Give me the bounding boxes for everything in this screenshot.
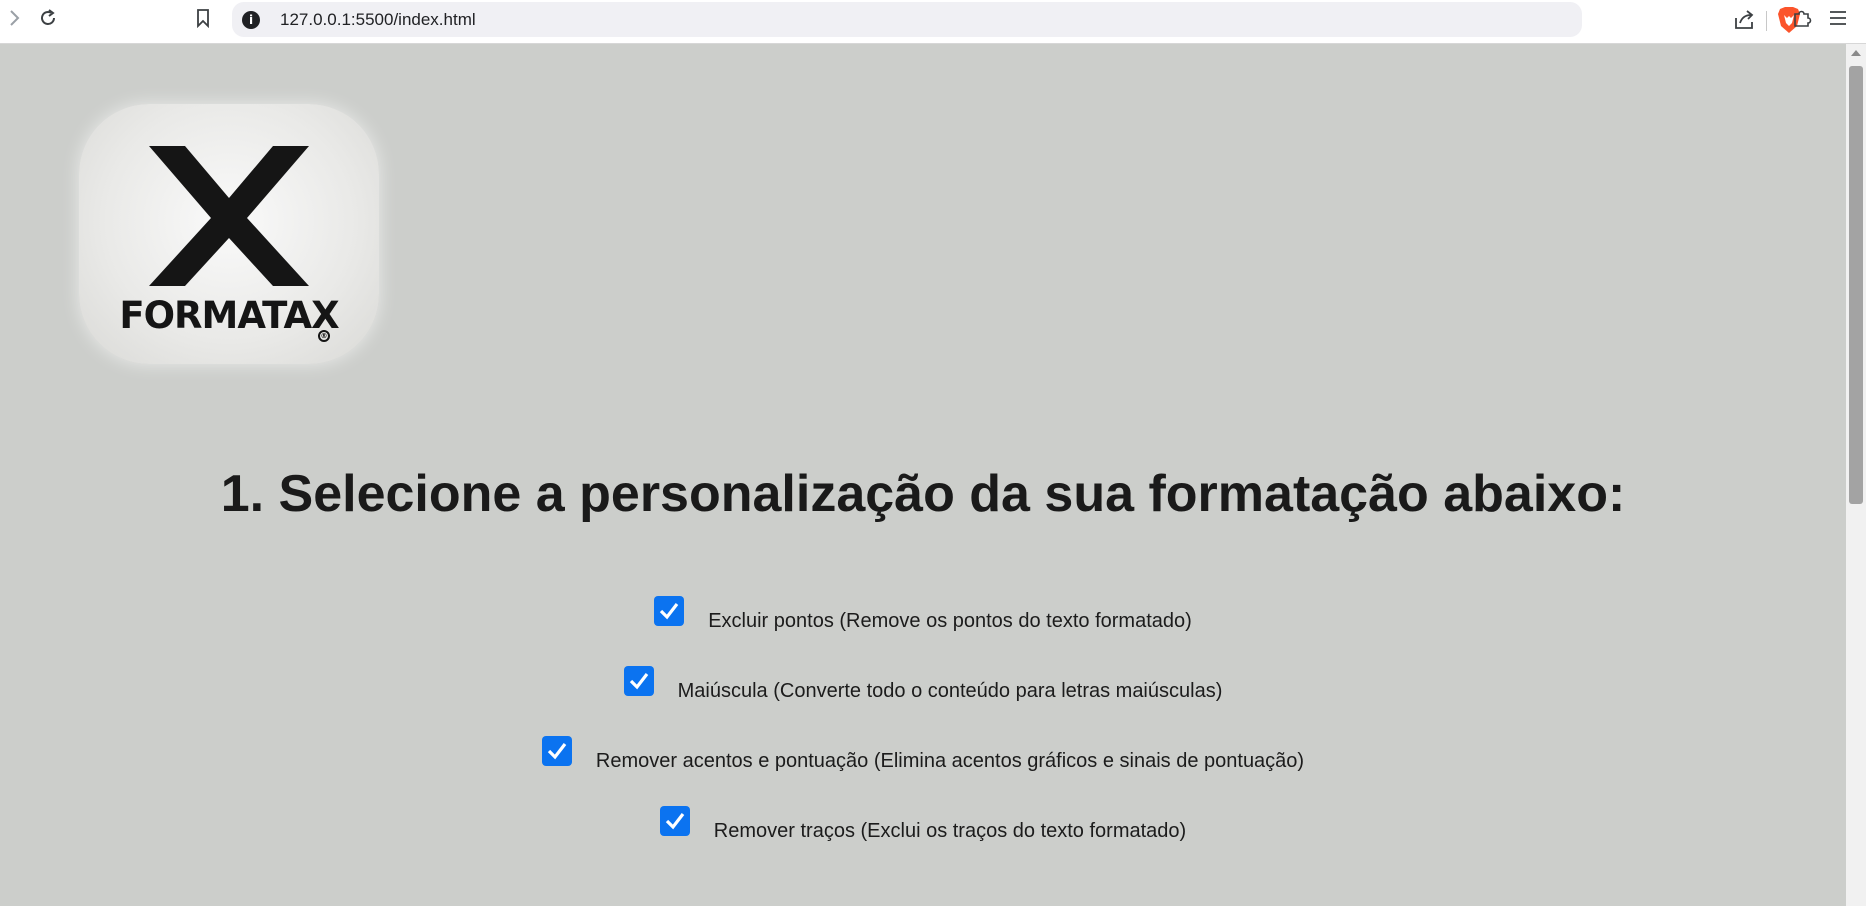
toolbar-separator	[1766, 11, 1767, 31]
option-remover-acentos: Remover acentos e pontuação (Elimina ace…	[0, 722, 1846, 792]
scroll-up-arrow-icon[interactable]	[1851, 50, 1861, 56]
x-logo-icon	[149, 146, 309, 286]
extensions-icon[interactable]	[1790, 6, 1814, 30]
menu-icon[interactable]	[1826, 6, 1850, 30]
checkbox-excluir-pontos[interactable]	[654, 596, 685, 626]
vertical-scrollbar[interactable]	[1846, 44, 1866, 906]
address-bar[interactable]: i 127.0.0.1:5500/index.html	[232, 2, 1800, 37]
url-text[interactable]: 127.0.0.1:5500/index.html	[280, 10, 476, 30]
scroll-thumb[interactable]	[1849, 66, 1863, 504]
browser-toolbar: i 127.0.0.1:5500/index.html	[0, 0, 1866, 44]
option-label: Remover traços (Exclui os traços do text…	[713, 819, 1187, 842]
option-maiuscula: Maiúscula (Converte todo o conteúdo para…	[0, 652, 1846, 722]
logo-text: FORMATAX	[119, 294, 339, 337]
site-info-icon[interactable]: i	[242, 11, 260, 29]
checkbox-remover-acentos[interactable]	[541, 736, 572, 766]
option-label: Excluir pontos (Remove os pontos do text…	[708, 609, 1192, 632]
page-content: ® FORMATAX 1. Selecione a personalização…	[0, 44, 1846, 906]
checkbox-maiuscula[interactable]	[623, 666, 654, 696]
page-heading: 1. Selecione a personalização da sua for…	[220, 465, 1626, 523]
formatax-logo: ® FORMATAX	[79, 104, 379, 364]
option-remover-tracos: Remover traços (Exclui os traços do text…	[0, 792, 1846, 862]
bookmark-icon[interactable]	[191, 6, 215, 30]
formatting-options: Excluir pontos (Remove os pontos do text…	[0, 582, 1846, 862]
checkbox-remover-tracos[interactable]	[659, 806, 690, 836]
forward-icon[interactable]	[2, 6, 26, 30]
share-icon[interactable]	[1732, 8, 1756, 32]
option-label: Remover acentos e pontuação (Elimina ace…	[595, 749, 1305, 772]
option-excluir-pontos: Excluir pontos (Remove os pontos do text…	[0, 582, 1846, 652]
reload-icon[interactable]	[36, 6, 60, 30]
option-label: Maiúscula (Converte todo o conteúdo para…	[677, 679, 1223, 702]
